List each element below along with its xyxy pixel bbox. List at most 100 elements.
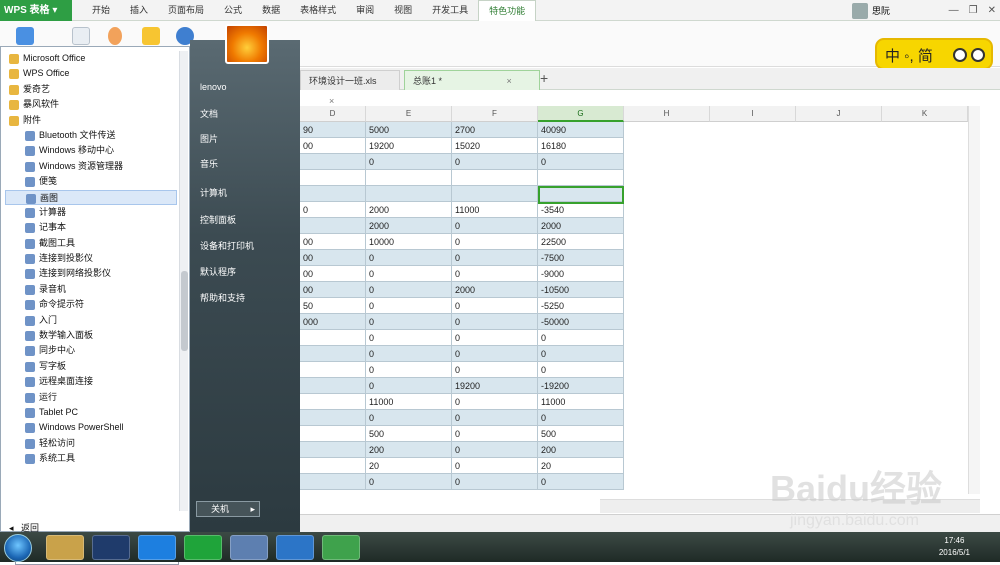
cell[interactable] (300, 410, 366, 426)
cell[interactable]: 0 (452, 250, 538, 266)
cell[interactable]: 00 (300, 234, 366, 250)
start-menu-item[interactable]: Bluetooth 文件传送 (5, 128, 177, 143)
cell[interactable]: 0 (366, 298, 452, 314)
cell[interactable]: 0 (452, 154, 538, 170)
close-icon[interactable]: ✕ (988, 5, 996, 16)
cell[interactable] (300, 362, 366, 378)
app-taskbar-icon[interactable] (322, 535, 360, 560)
cloud-icon[interactable] (16, 27, 34, 45)
cell[interactable] (300, 154, 366, 170)
start-menu-item[interactable]: 系统工具 (5, 451, 177, 466)
shutdown-button[interactable]: 关机 ▸ (196, 501, 260, 517)
cell[interactable]: 15020 (452, 138, 538, 154)
cell[interactable]: 0 (366, 314, 452, 330)
start-button[interactable] (4, 534, 32, 562)
wps-app-menu-button[interactable]: WPS 表格 ▾ (0, 0, 72, 21)
cell[interactable] (300, 170, 366, 186)
cell[interactable]: 0 (452, 426, 538, 442)
cell[interactable]: 2700 (452, 122, 538, 138)
start-menu-item[interactable]: Tablet PC (5, 405, 177, 420)
cell[interactable]: 0 (538, 410, 624, 426)
start-menu-item[interactable]: Windows 移动中心 (5, 143, 177, 158)
cell[interactable] (300, 330, 366, 346)
cell[interactable] (538, 170, 624, 186)
column-header-g[interactable]: G (538, 106, 624, 122)
cell[interactable]: 2000 (366, 218, 452, 234)
cell[interactable]: 00 (300, 266, 366, 282)
start-menu-place[interactable]: 设备和打印机 (200, 239, 254, 252)
cell[interactable] (452, 170, 538, 186)
cell[interactable] (300, 474, 366, 490)
doc-tab-ledger[interactable]: 总账1 * × (404, 70, 540, 90)
start-menu-place[interactable]: 帮助和支持 (200, 291, 245, 304)
add-tab-button[interactable]: + (540, 70, 548, 86)
cell[interactable]: 19200 (452, 378, 538, 394)
wps-spreadsheet-taskbar-icon[interactable] (184, 535, 222, 560)
cell[interactable]: 0 (366, 154, 452, 170)
cell[interactable]: 200 (538, 442, 624, 458)
cell[interactable]: 0 (366, 282, 452, 298)
cell[interactable]: -19200 (538, 378, 624, 394)
cell[interactable]: 000 (300, 314, 366, 330)
column-header-i[interactable]: I (710, 106, 796, 122)
tab-2[interactable]: 页面布局 (158, 0, 214, 21)
document-convert-icon[interactable] (72, 27, 90, 45)
cell[interactable]: 0 (538, 154, 624, 170)
cell[interactable]: -5250 (538, 298, 624, 314)
cell[interactable]: 11000 (538, 394, 624, 410)
start-menu-item[interactable]: 计算器 (5, 205, 177, 220)
cell[interactable]: -7500 (538, 250, 624, 266)
cell[interactable]: 19200 (366, 138, 452, 154)
close-icon[interactable]: × (329, 96, 334, 106)
tab-6[interactable]: 审阅 (346, 0, 384, 21)
cell[interactable]: 40090 (538, 122, 624, 138)
cell[interactable]: 0 (452, 234, 538, 250)
cell[interactable]: 2000 (452, 282, 538, 298)
user-area[interactable]: 思阮 (851, 0, 890, 21)
tab-9[interactable]: 特色功能 (478, 0, 537, 21)
scroll-thumb[interactable] (181, 271, 188, 351)
start-menu-place[interactable]: 图片 (200, 132, 218, 145)
tab-8[interactable]: 开发工具 (422, 0, 478, 21)
cell[interactable]: 0 (452, 218, 538, 234)
user-name[interactable]: 思阮 (872, 4, 890, 17)
cell[interactable]: 0 (452, 314, 538, 330)
cell[interactable]: 10000 (366, 234, 452, 250)
start-menu-item[interactable]: 运行 (5, 390, 177, 405)
column-header-f[interactable]: F (452, 106, 538, 122)
chevron-right-icon[interactable]: ▸ (250, 502, 255, 516)
start-menu-item[interactable]: 入门 (5, 313, 177, 328)
cell[interactable]: 0 (538, 362, 624, 378)
column-header-e[interactable]: E (366, 106, 452, 122)
start-menu-item[interactable]: 截图工具 (5, 236, 177, 251)
cell[interactable]: 0 (452, 410, 538, 426)
cell[interactable]: 0 (300, 202, 366, 218)
cell[interactable]: 0 (366, 330, 452, 346)
cell[interactable] (300, 186, 366, 202)
start-menu-item[interactable]: 命令提示符 (5, 297, 177, 312)
start-menu-place[interactable]: 默认程序 (200, 265, 236, 278)
cell[interactable]: -9000 (538, 266, 624, 282)
doc-tab-class[interactable]: 环境设计一班.xls × (300, 70, 400, 106)
cell[interactable]: 0 (538, 474, 624, 490)
column-header-k[interactable]: K (882, 106, 968, 122)
avatar[interactable] (851, 2, 868, 19)
start-menu-item[interactable]: Windows 资源管理器 (5, 159, 177, 174)
cell[interactable]: 0 (366, 362, 452, 378)
cell[interactable]: 0 (366, 266, 452, 282)
start-menu-item[interactable]: 写字板 (5, 359, 177, 374)
ime-widget[interactable]: 中 ◦, 简 (875, 38, 993, 70)
cell[interactable] (300, 426, 366, 442)
tab-1[interactable]: 插入 (120, 0, 158, 21)
start-menu-item[interactable]: 爱奇艺 (5, 82, 177, 97)
cell[interactable]: 500 (538, 426, 624, 442)
cell[interactable]: 22500 (538, 234, 624, 250)
cell[interactable]: 0 (452, 394, 538, 410)
restore-icon[interactable]: ❐ (969, 5, 978, 16)
explorer-taskbar-icon[interactable] (46, 535, 84, 560)
cell[interactable]: -10500 (538, 282, 624, 298)
cell[interactable]: 0 (366, 250, 452, 266)
column-header-h[interactable]: H (624, 106, 710, 122)
cell[interactable]: 16180 (538, 138, 624, 154)
start-menu-item[interactable]: 同步中心 (5, 343, 177, 358)
